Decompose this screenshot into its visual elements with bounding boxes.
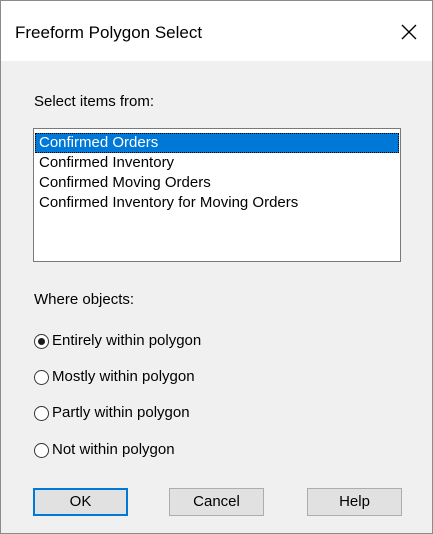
radio-selected-icon[interactable] [34,333,49,349]
radio-label: Partly within polygon [52,404,190,421]
radio-unselected-icon[interactable] [34,369,49,385]
list-item[interactable]: Confirmed Inventory [35,153,399,173]
list-item[interactable]: Confirmed Inventory for Moving Orders [35,193,399,213]
close-icon [401,24,417,40]
radio-entirely-within[interactable]: Entirely within polygon [34,331,201,351]
close-button[interactable] [386,1,432,61]
radio-unselected-icon[interactable] [34,405,49,421]
radio-label: Mostly within polygon [52,368,195,385]
radio-unselected-icon[interactable] [34,442,49,458]
dialog-window: Freeform Polygon Select Select items fro… [0,0,433,534]
ok-button[interactable]: OK [33,488,128,516]
list-item[interactable]: Confirmed Orders [35,133,399,153]
help-button[interactable]: Help [307,488,402,516]
list-item[interactable]: Confirmed Moving Orders [35,173,399,193]
radio-not-within[interactable]: Not within polygon [34,440,175,460]
select-items-listbox[interactable]: Confirmed Orders Confirmed Inventory Con… [33,128,401,262]
radio-label: Not within polygon [52,441,175,458]
window-title: Freeform Polygon Select [15,23,203,42]
radio-label: Entirely within polygon [52,332,202,349]
select-items-label: Select items from: [34,93,155,110]
where-objects-label: Where objects: [34,291,135,308]
cancel-button[interactable]: Cancel [169,488,264,516]
title-bar: Freeform Polygon Select [1,1,432,61]
radio-partly-within[interactable]: Partly within polygon [34,403,190,423]
radio-mostly-within[interactable]: Mostly within polygon [34,367,195,387]
